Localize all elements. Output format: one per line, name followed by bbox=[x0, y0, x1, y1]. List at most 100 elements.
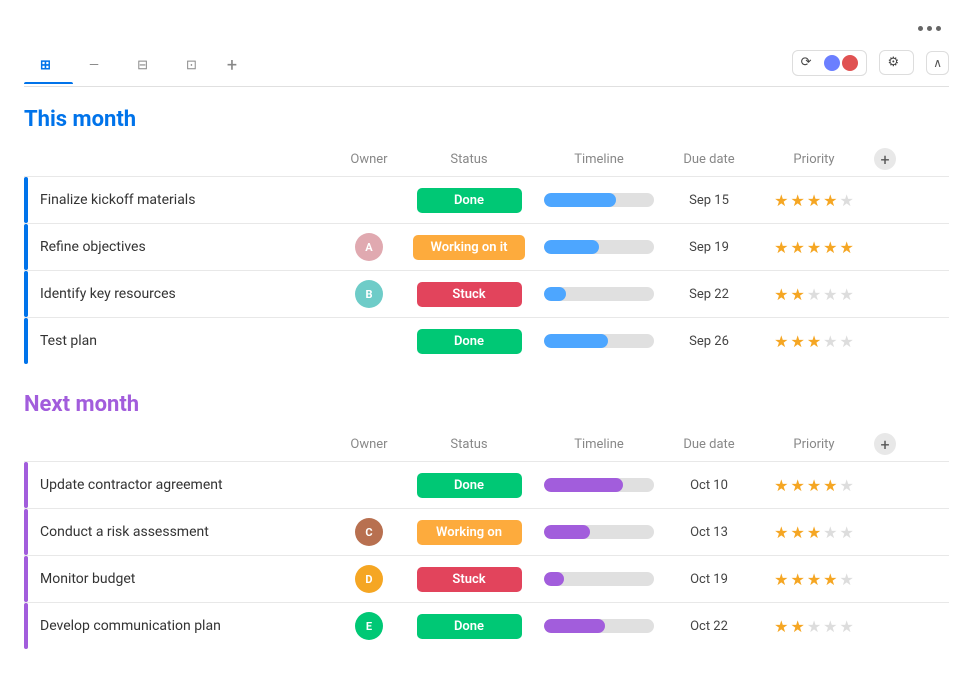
timeline-fill bbox=[544, 193, 616, 207]
timeline-bar-wrap bbox=[544, 478, 654, 492]
tab-timeline[interactable]: — bbox=[73, 50, 121, 83]
star-2: ★ bbox=[790, 476, 804, 495]
timeline-cell bbox=[534, 240, 664, 254]
duedate-cell: Sep 26 bbox=[664, 334, 754, 349]
timeline-fill bbox=[544, 478, 623, 492]
table-row: Finalize kickoff materials Done Sep 15 ★… bbox=[24, 176, 949, 223]
sections-container: This month Owner Status Timeline Due dat… bbox=[24, 107, 949, 649]
tabs-row: ⊞ — ⊟ ⊡ + ⟳ ⚙ bbox=[24, 47, 949, 87]
star-4: ★ bbox=[823, 617, 837, 636]
task-name: Refine objectives bbox=[40, 239, 146, 255]
tab-dashboard[interactable]: ⊡ bbox=[170, 50, 219, 83]
owner-cell: D bbox=[334, 565, 404, 593]
star-4: ★ bbox=[823, 332, 837, 351]
star-5: ★ bbox=[840, 617, 854, 636]
owner-cell: A bbox=[334, 233, 404, 261]
table-row: Test plan Done Sep 26 ★★★★★ bbox=[24, 317, 949, 364]
task-bar bbox=[24, 224, 28, 270]
table-row: Develop communication plan E Done Oct 22… bbox=[24, 602, 949, 649]
timeline-cell bbox=[534, 572, 664, 586]
star-5: ★ bbox=[840, 570, 854, 589]
collapse-button[interactable]: ∧ bbox=[926, 51, 949, 75]
table-row: Monitor budget D Stuck Oct 19 ★★★★★ bbox=[24, 555, 949, 602]
timeline-bar-wrap bbox=[544, 193, 654, 207]
status-badge[interactable]: Done bbox=[417, 614, 522, 639]
add-tab-button[interactable]: + bbox=[219, 47, 249, 86]
star-3: ★ bbox=[807, 191, 821, 210]
status-badge[interactable]: Stuck bbox=[417, 282, 522, 307]
star-2: ★ bbox=[790, 523, 804, 542]
table-header: Owner Status Timeline Due date Priority … bbox=[24, 429, 949, 461]
owner-cell: C bbox=[334, 518, 404, 546]
tab-main-table[interactable]: ⊞ bbox=[24, 50, 73, 83]
avatar: C bbox=[355, 518, 383, 546]
priority-cell: ★★★★★ bbox=[754, 617, 874, 636]
status-badge[interactable]: Done bbox=[417, 188, 522, 213]
priority-cell: ★★★★★ bbox=[754, 523, 874, 542]
col-header-priority: Priority bbox=[754, 437, 874, 452]
avatar: D bbox=[355, 565, 383, 593]
more-options-button[interactable] bbox=[910, 20, 949, 37]
status-badge[interactable]: Done bbox=[417, 473, 522, 498]
timeline-bar-wrap bbox=[544, 240, 654, 254]
status-cell[interactable]: Working on bbox=[404, 520, 534, 545]
status-cell[interactable]: Done bbox=[404, 329, 534, 354]
status-cell[interactable]: Done bbox=[404, 188, 534, 213]
star-4: ★ bbox=[823, 285, 837, 304]
kanban-icon: ⊟ bbox=[137, 58, 148, 73]
star-3: ★ bbox=[807, 570, 821, 589]
main-table-icon: ⊞ bbox=[40, 58, 51, 73]
integrate-button[interactable]: ⟳ bbox=[792, 50, 867, 76]
status-badge[interactable]: Done bbox=[417, 329, 522, 354]
status-cell[interactable]: Done bbox=[404, 614, 534, 639]
status-badge[interactable]: Stuck bbox=[417, 567, 522, 592]
col-header-duedate: Due date bbox=[664, 152, 754, 167]
tab-kanban[interactable]: ⊟ bbox=[121, 50, 170, 83]
timeline-cell bbox=[534, 193, 664, 207]
timeline-fill bbox=[544, 572, 564, 586]
star-2: ★ bbox=[790, 285, 804, 304]
task-bar bbox=[24, 318, 28, 364]
star-3: ★ bbox=[807, 238, 821, 257]
add-column-button[interactable]: + bbox=[874, 433, 896, 455]
avatar: E bbox=[355, 612, 383, 640]
task-bar bbox=[24, 177, 28, 223]
status-cell[interactable]: Done bbox=[404, 473, 534, 498]
duedate-cell: Oct 10 bbox=[664, 478, 754, 493]
avatar-group bbox=[824, 55, 858, 71]
duedate-cell: Sep 19 bbox=[664, 240, 754, 255]
task-bar bbox=[24, 556, 28, 602]
automate-icon: ⚙ bbox=[888, 55, 900, 70]
timeline-fill bbox=[544, 525, 590, 539]
status-cell[interactable]: Working on it bbox=[404, 235, 534, 260]
status-badge[interactable]: Working on it bbox=[413, 235, 526, 260]
timeline-bar-wrap bbox=[544, 525, 654, 539]
timeline-icon: — bbox=[89, 58, 99, 73]
status-cell[interactable]: Stuck bbox=[404, 567, 534, 592]
add-column-button[interactable]: + bbox=[874, 148, 896, 170]
star-1: ★ bbox=[774, 523, 788, 542]
owner-cell: E bbox=[334, 612, 404, 640]
duedate-cell: Oct 22 bbox=[664, 619, 754, 634]
star-1: ★ bbox=[774, 238, 788, 257]
star-2: ★ bbox=[790, 191, 804, 210]
task-name: Monitor budget bbox=[40, 571, 135, 587]
star-4: ★ bbox=[823, 476, 837, 495]
star-5: ★ bbox=[840, 191, 854, 210]
task-cell: Finalize kickoff materials bbox=[24, 177, 334, 223]
star-3: ★ bbox=[807, 523, 821, 542]
duedate-cell: Oct 19 bbox=[664, 572, 754, 587]
col-header-add: + bbox=[874, 148, 910, 170]
status-badge[interactable]: Working on bbox=[417, 520, 522, 545]
owner-cell: B bbox=[334, 280, 404, 308]
more-dot-1 bbox=[918, 26, 923, 31]
automate-button[interactable]: ⚙ bbox=[879, 50, 915, 75]
timeline-cell bbox=[534, 478, 664, 492]
integrate-avatar-1 bbox=[824, 55, 840, 71]
timeline-bar-wrap bbox=[544, 619, 654, 633]
status-cell[interactable]: Stuck bbox=[404, 282, 534, 307]
timeline-bar-wrap bbox=[544, 334, 654, 348]
section-next-month: Next month Owner Status Timeline Due dat… bbox=[24, 392, 949, 649]
task-cell: Monitor budget bbox=[24, 556, 334, 602]
priority-cell: ★★★★★ bbox=[754, 570, 874, 589]
